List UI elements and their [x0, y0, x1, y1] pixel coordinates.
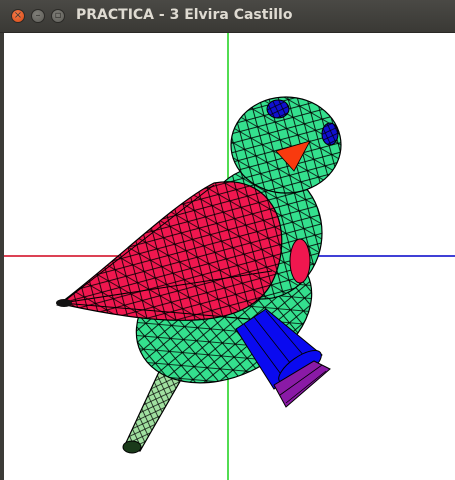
- right-eye: [321, 122, 339, 146]
- window-title: PRACTICA - 3 Elvira Castillo: [76, 7, 293, 23]
- opengl-canvas[interactable]: [4, 33, 455, 480]
- minimize-icon: –: [35, 10, 41, 21]
- parrot-scene: [4, 33, 455, 480]
- maximize-icon: ▫: [54, 10, 62, 21]
- close-button[interactable]: ×: [11, 9, 25, 23]
- close-icon: ×: [13, 10, 23, 21]
- maximize-button[interactable]: ▫: [51, 9, 65, 23]
- app-window: × – ▫ PRACTICA - 3 Elvira Castillo: [0, 0, 455, 480]
- left-eye: [266, 99, 290, 119]
- title-bar[interactable]: × – ▫ PRACTICA - 3 Elvira Castillo: [0, 0, 455, 33]
- minimize-button[interactable]: –: [31, 9, 45, 23]
- wing: [56, 181, 283, 321]
